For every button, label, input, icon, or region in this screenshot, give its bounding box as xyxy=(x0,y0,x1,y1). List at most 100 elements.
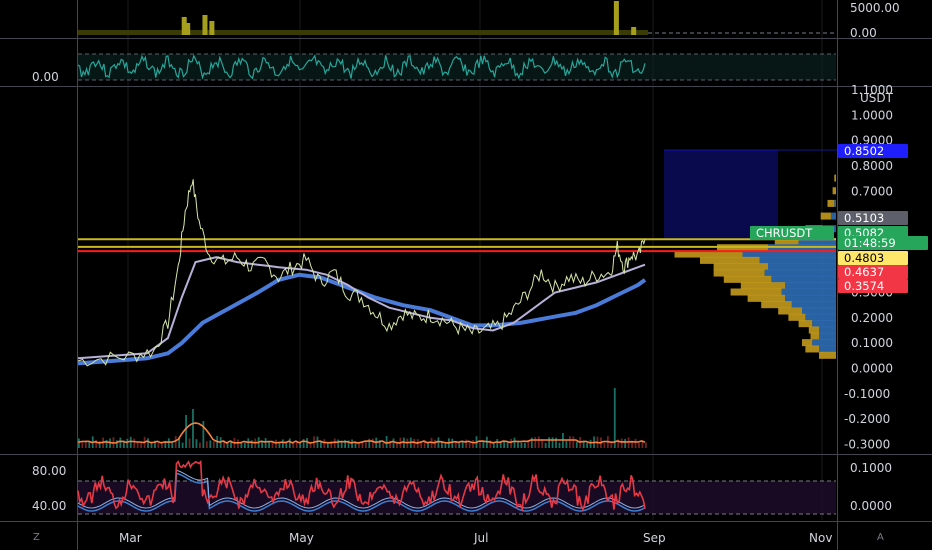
volume-bar xyxy=(586,442,589,448)
volume-bar xyxy=(620,438,623,448)
volume-bar xyxy=(167,438,170,448)
vp-bar-up xyxy=(798,320,813,328)
vp-bar-up xyxy=(713,263,768,271)
volume-bar xyxy=(281,439,284,448)
volume-bar xyxy=(185,415,187,448)
volume-bar xyxy=(517,442,519,448)
rsi-tick-80: 80.00 xyxy=(32,464,66,478)
vp-bar-up xyxy=(723,275,772,283)
volume-bar xyxy=(371,438,374,448)
volume-bar xyxy=(81,442,84,448)
vp-bar-down xyxy=(802,307,836,315)
volume-bar xyxy=(199,442,201,448)
vp-bar-down xyxy=(812,320,836,328)
volume-bar xyxy=(275,439,277,448)
vp-bar-down xyxy=(771,275,836,283)
volume-bar xyxy=(264,438,267,448)
price-badge-label: CHRUSDT xyxy=(756,226,813,240)
vp-bar-down xyxy=(819,326,836,334)
osc-tick-0: 0.00 xyxy=(32,70,59,84)
vp-bar-down xyxy=(791,301,836,309)
volume-bar xyxy=(302,438,305,448)
volume-bar xyxy=(126,438,129,448)
vp-bar-up xyxy=(713,269,765,277)
volume-strip-spike xyxy=(631,27,637,35)
vp-bar-up xyxy=(805,345,819,353)
volume-bar xyxy=(278,442,281,448)
auto-scale-right-button[interactable]: A xyxy=(877,532,884,543)
price-badge-label: 0.4637 xyxy=(844,265,884,279)
vp-bar-up xyxy=(808,326,819,334)
vp-bar-up xyxy=(819,351,836,359)
price-badge-label: 0.8502 xyxy=(844,144,884,158)
volume-bar xyxy=(364,441,367,448)
price-badge-label: 0.4803 xyxy=(844,251,884,265)
volume-bar xyxy=(572,436,575,448)
vol-tick-0: 0.00 xyxy=(850,26,877,40)
volume-bar xyxy=(212,441,215,448)
volume-bar xyxy=(323,439,326,448)
volume-bar xyxy=(520,442,523,448)
volume-bar xyxy=(499,442,502,448)
volume-bar xyxy=(434,439,436,448)
volume-bar xyxy=(503,441,506,448)
volume-bar xyxy=(160,443,163,448)
rsi-right-tick-01: 0.1000 xyxy=(850,461,892,475)
volume-bar xyxy=(472,440,474,448)
vp-bar-down xyxy=(819,345,836,353)
vp-bar-up xyxy=(820,212,831,220)
vp-bar-up xyxy=(810,332,819,340)
volume-bar xyxy=(645,442,647,448)
volume-bar xyxy=(413,438,416,448)
volume-bar xyxy=(351,439,353,448)
volume-bar xyxy=(129,436,132,448)
volume-bar xyxy=(337,439,340,448)
x-tick-jul: Jul xyxy=(473,531,488,545)
auto-scale-left-button[interactable]: Z xyxy=(33,532,40,543)
volume-strip-spike xyxy=(202,15,208,35)
x-tick-mar: Mar xyxy=(119,531,142,545)
volume-bar xyxy=(382,442,385,448)
volume-bar xyxy=(392,438,395,448)
volume-bar xyxy=(610,442,613,448)
volume-bar xyxy=(316,436,319,448)
vp-bar-down xyxy=(819,332,836,340)
price-tick: 1.1000 xyxy=(851,83,893,97)
volume-bar xyxy=(551,437,554,448)
volume-bar xyxy=(510,438,512,448)
volume-bar xyxy=(306,438,308,448)
price-tick: 0.1000 xyxy=(851,336,893,350)
volume-bar xyxy=(544,442,547,448)
volume-bar xyxy=(565,440,568,448)
volume-bar xyxy=(523,442,526,448)
price-tick: -0.1000 xyxy=(844,387,890,401)
volume-bar xyxy=(243,442,246,448)
volume-bar xyxy=(133,438,136,448)
trading-chart[interactable]: 5000.00 0.00 0.00 USDT 1.10001.00000.900… xyxy=(0,0,932,550)
vp-bar-down xyxy=(759,256,836,264)
x-tick-nov: Nov xyxy=(809,531,832,545)
volume-bar xyxy=(458,443,461,448)
x-tick-sep: Sep xyxy=(643,531,666,545)
oscillator-pane: 0.00 xyxy=(32,53,836,84)
volume-bar xyxy=(603,443,606,448)
volume-bar xyxy=(479,442,481,448)
price-tick: 0.8000 xyxy=(851,159,893,173)
vp-bar-down xyxy=(830,212,836,220)
volume-strip-base xyxy=(78,30,648,35)
price-tick: -0.2000 xyxy=(844,412,890,426)
volume-bar xyxy=(181,442,184,448)
volume-bar xyxy=(558,442,561,448)
volume-bar xyxy=(613,388,616,448)
volume-bar xyxy=(451,438,454,448)
volume-bar xyxy=(147,438,149,448)
vp-bar-down xyxy=(834,199,836,207)
volume-bar xyxy=(368,438,371,448)
volume-bar xyxy=(420,443,423,448)
price-tick: 0.0000 xyxy=(851,361,893,375)
volume-bar xyxy=(437,437,440,448)
volume-bar xyxy=(84,441,87,448)
price-tick: -0.3000 xyxy=(844,437,890,451)
price-badge-label: 0.5103 xyxy=(844,211,884,225)
price-tick: 0.2000 xyxy=(851,311,893,325)
